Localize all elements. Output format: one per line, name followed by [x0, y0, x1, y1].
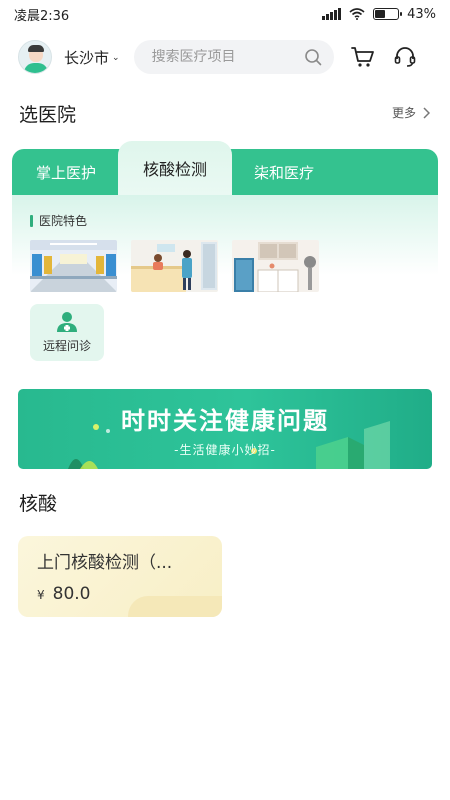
avatar[interactable]: [18, 40, 52, 74]
tab-hesuan-jiance[interactable]: 核酸检测: [118, 141, 232, 195]
hospital-corridor-image[interactable]: [30, 240, 117, 292]
feature-label: 医院特色: [30, 212, 87, 229]
tab-qihe-yiliao[interactable]: 柒和医疗: [232, 149, 336, 195]
nucleic-section-title: 核酸: [19, 493, 58, 515]
product-price: ¥ 80.0: [37, 584, 91, 604]
top-header: 长沙市 ⌄: [0, 38, 450, 76]
hospital-room-image[interactable]: [232, 240, 319, 292]
status-bar: 凌晨2:36 43%: [0, 0, 450, 28]
search-icon[interactable]: [304, 48, 322, 66]
more-link[interactable]: 更多: [392, 104, 430, 121]
product-card[interactable]: 上门核酸检测（... ¥ 80.0: [18, 536, 222, 617]
more-label: 更多: [391, 106, 416, 120]
hospital-reception-image[interactable]: [131, 240, 218, 292]
status-time: 凌晨2:36: [14, 8, 70, 24]
tab-label: 柒和医疗: [253, 163, 314, 182]
price-value: 80.0: [52, 584, 91, 604]
city-label: 长沙市: [64, 48, 110, 67]
tab-label: 掌上医护: [35, 163, 96, 182]
product-card-decoration: [128, 596, 222, 617]
battery-fill: [375, 10, 385, 18]
hospital-section-title: 选医院: [19, 104, 77, 126]
cart-icon: [350, 47, 374, 67]
doctor-icon: [57, 312, 77, 332]
hospital-feature-images: [30, 240, 319, 292]
remote-consultation-button[interactable]: 远程问诊: [30, 304, 104, 361]
banner-subtitle: -生活健康小妙招-: [174, 443, 276, 457]
battery-icon: [373, 8, 403, 20]
banner-title: 时时关注健康问题: [121, 407, 329, 435]
battery-percent: 43%: [407, 6, 436, 22]
status-indicators: 43%: [322, 7, 436, 22]
chevron-right-icon: [423, 106, 430, 119]
headset-icon: [394, 47, 415, 67]
wifi-icon: [349, 8, 365, 20]
customer-service-button[interactable]: [392, 44, 418, 70]
city-selector[interactable]: 长沙市 ⌄: [64, 47, 120, 68]
health-banner[interactable]: 时时关注健康问题 -生活健康小妙招-: [18, 389, 432, 469]
tab-label: 核酸检测: [142, 160, 207, 179]
feature-label-text: 医院特色: [39, 214, 88, 228]
remote-consultation-label: 远程问诊: [42, 339, 91, 353]
search-input[interactable]: [151, 49, 302, 65]
search-bar[interactable]: [133, 40, 334, 74]
product-title: 上门核酸检测（...: [37, 553, 173, 573]
chevron-down-icon: ⌄: [112, 53, 120, 63]
hospital-card: 掌上医护 核酸检测 柒和医疗 医院特色 远程问诊: [12, 141, 438, 373]
signal-icon: [322, 8, 342, 20]
tab-zhangshang-yihu[interactable]: 掌上医护: [12, 149, 120, 195]
currency-symbol: ¥: [37, 588, 45, 602]
cart-button[interactable]: [350, 44, 376, 70]
